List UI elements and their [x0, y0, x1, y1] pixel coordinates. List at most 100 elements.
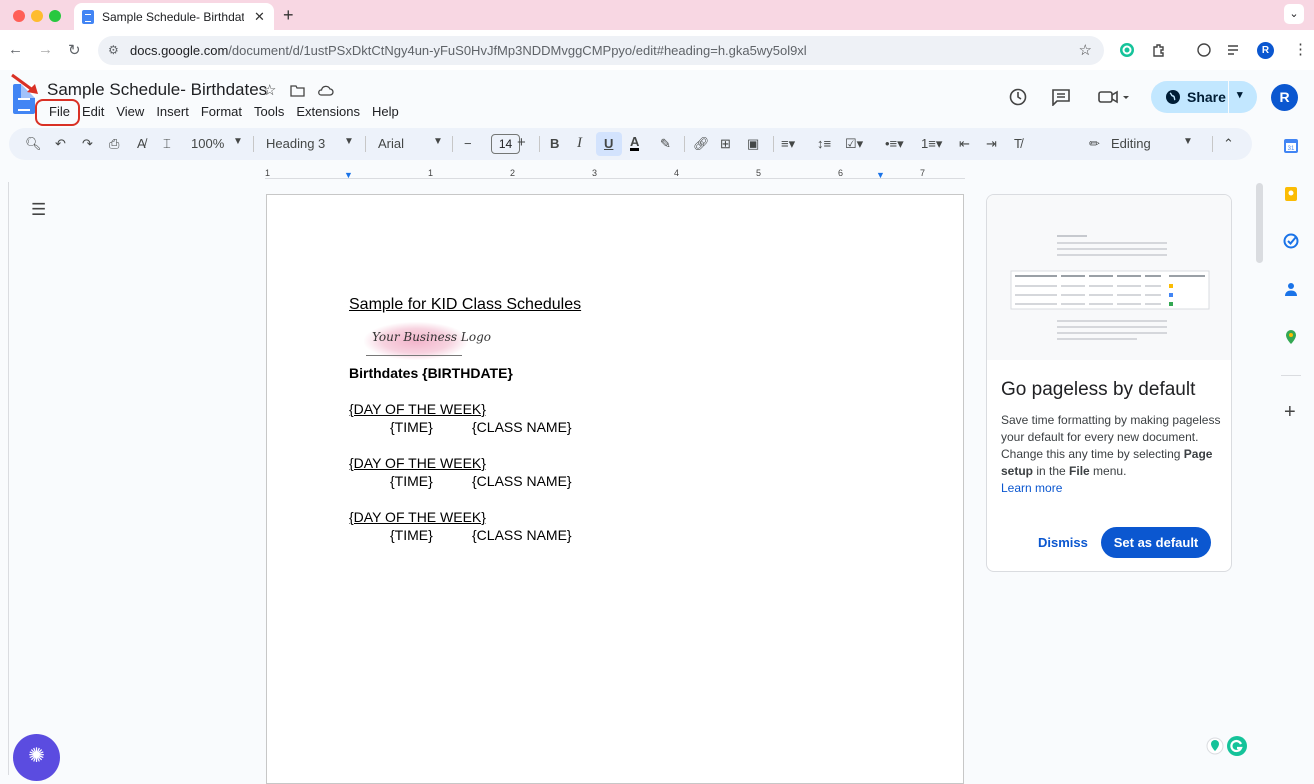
- calendar-icon[interactable]: 31: [1283, 138, 1299, 154]
- class-name[interactable]: {CLASS NAME}: [472, 473, 572, 489]
- spellcheck-icon[interactable]: A̸: [137, 136, 146, 151]
- menu-tools[interactable]: Tools: [248, 102, 290, 121]
- globe-icon: [1166, 90, 1180, 104]
- left-indent-marker-icon[interactable]: ▼: [344, 170, 353, 180]
- learn-more-link[interactable]: Learn more: [1001, 481, 1062, 495]
- document-page[interactable]: [266, 194, 964, 784]
- redo-icon[interactable]: ↷: [82, 136, 93, 152]
- menu-insert[interactable]: Insert: [150, 102, 195, 121]
- tab-search-chevron-icon[interactable]: ⌄: [1284, 4, 1304, 24]
- add-comment-icon[interactable]: ⊞: [720, 136, 731, 152]
- style-select[interactable]: Heading 3: [266, 136, 325, 151]
- zoom-select[interactable]: 100%: [191, 136, 224, 151]
- day-of-week[interactable]: {DAY OF THE WEEK}: [349, 509, 486, 525]
- highlight-color-icon[interactable]: ✎: [660, 136, 671, 152]
- increase-font-size-button[interactable]: +: [517, 134, 526, 151]
- comments-icon[interactable]: [1051, 88, 1071, 106]
- bold-button[interactable]: B: [550, 136, 559, 151]
- day-of-week[interactable]: {DAY OF THE WEEK}: [349, 455, 486, 471]
- new-tab-button[interactable]: +: [283, 5, 294, 26]
- assistant-icon[interactable]: ✺: [13, 734, 60, 781]
- meet-icon[interactable]: [1098, 90, 1132, 104]
- side-panel-divider: [1281, 375, 1301, 376]
- menu-view[interactable]: View: [110, 102, 150, 121]
- tasks-icon[interactable]: [1283, 233, 1299, 249]
- birthdates-line[interactable]: Birthdates {BIRTHDATE}: [349, 365, 513, 381]
- bookmark-star-icon[interactable]: ☆: [1079, 41, 1092, 59]
- clear-formatting-icon[interactable]: T̸: [1014, 136, 1022, 151]
- site-info-icon[interactable]: ⚙: [108, 43, 119, 57]
- paint-format-icon[interactable]: ⌶: [163, 136, 171, 152]
- day-of-week[interactable]: {DAY OF THE WEEK}: [349, 401, 486, 417]
- line-spacing-icon[interactable]: ↕≡: [817, 136, 831, 151]
- decrease-font-size-button[interactable]: −: [464, 136, 472, 151]
- reading-list-icon[interactable]: [1226, 42, 1242, 58]
- insert-image-icon[interactable]: ▣: [747, 136, 759, 152]
- bulleted-list-icon[interactable]: •≡▾: [885, 136, 904, 152]
- maximize-window-button[interactable]: [49, 10, 61, 22]
- profile-avatar[interactable]: R: [1257, 42, 1274, 59]
- document-heading[interactable]: Sample for KID Class Schedules: [349, 296, 581, 314]
- class-name[interactable]: {CLASS NAME}: [472, 527, 572, 543]
- move-folder-icon[interactable]: [290, 84, 305, 97]
- minimize-window-button[interactable]: [31, 10, 43, 22]
- set-as-default-button[interactable]: Set as default: [1101, 527, 1211, 558]
- scrollbar[interactable]: [1256, 183, 1263, 263]
- editing-mode-pencil-icon[interactable]: ✏: [1089, 136, 1100, 152]
- reload-icon[interactable]: ↻: [68, 41, 81, 59]
- underline-button[interactable]: U: [604, 136, 613, 151]
- document-title[interactable]: Sample Schedule- Birthdates: [47, 80, 267, 100]
- increase-indent-icon[interactable]: ⇥: [986, 136, 997, 152]
- forward-icon[interactable]: →: [38, 41, 53, 58]
- font-select[interactable]: Arial: [378, 136, 404, 151]
- menu-help[interactable]: Help: [366, 102, 405, 121]
- get-addons-icon[interactable]: +: [1284, 401, 1296, 424]
- insert-link-icon[interactable]: 🔗︎: [693, 136, 710, 152]
- menu-edit[interactable]: Edit: [76, 102, 110, 121]
- address-bar[interactable]: ⚙ docs.google.com/document/d/1ustPSxDktC…: [98, 36, 1104, 65]
- right-indent-marker-icon[interactable]: ▼: [876, 170, 885, 180]
- maps-icon[interactable]: [1283, 329, 1299, 345]
- grammarly-icon[interactable]: [1119, 42, 1135, 58]
- back-icon[interactable]: ←: [8, 41, 23, 58]
- dismiss-button[interactable]: Dismiss: [1038, 535, 1088, 550]
- style-dropdown-icon[interactable]: ▼: [344, 136, 354, 147]
- collapse-menus-icon[interactable]: ⌃: [1223, 136, 1234, 152]
- checklist-icon[interactable]: ☑▾: [845, 136, 863, 152]
- version-history-icon[interactable]: [1008, 87, 1028, 107]
- class-name[interactable]: {CLASS NAME}: [472, 419, 572, 435]
- share-button[interactable]: Share ▾: [1151, 81, 1257, 113]
- editing-mode-dropdown-icon[interactable]: ▼: [1183, 136, 1193, 147]
- numbered-list-icon[interactable]: 1≡▾: [921, 136, 942, 152]
- extensions-icon[interactable]: [1151, 42, 1167, 58]
- font-dropdown-icon[interactable]: ▼: [433, 136, 443, 147]
- grammarly-widget-icon[interactable]: [1205, 734, 1249, 758]
- class-time[interactable]: {TIME}: [390, 527, 433, 543]
- undo-icon[interactable]: ↶: [55, 136, 66, 152]
- cloud-saved-icon[interactable]: [317, 84, 334, 96]
- document-outline-icon[interactable]: ☰: [31, 200, 46, 220]
- italic-button[interactable]: I: [577, 135, 582, 152]
- zoom-dropdown-icon[interactable]: ▼: [233, 136, 243, 147]
- align-icon[interactable]: ≡▾: [781, 136, 795, 152]
- font-size-input[interactable]: 14: [491, 134, 520, 154]
- browser-menu-icon[interactable]: ⋮: [1293, 40, 1308, 58]
- contacts-icon[interactable]: [1283, 281, 1299, 297]
- media-icon[interactable]: [1196, 42, 1212, 58]
- browser-tab[interactable]: Sample Schedule- Birthdates ✕: [74, 3, 274, 30]
- menu-format[interactable]: Format: [195, 102, 248, 121]
- editing-mode-select[interactable]: Editing: [1111, 136, 1151, 151]
- search-menus-icon[interactable]: 🔍︎: [25, 136, 42, 152]
- account-avatar[interactable]: R: [1271, 84, 1298, 111]
- share-dropdown-icon[interactable]: ▾: [1237, 88, 1243, 101]
- decrease-indent-icon[interactable]: ⇤: [959, 136, 970, 152]
- class-time[interactable]: {TIME}: [390, 419, 433, 435]
- text-color-button[interactable]: A: [630, 135, 640, 151]
- close-window-button[interactable]: [13, 10, 25, 22]
- tab-close-icon[interactable]: ✕: [254, 9, 265, 25]
- class-time[interactable]: {TIME}: [390, 473, 433, 489]
- menu-extensions[interactable]: Extensions: [290, 102, 366, 121]
- keep-icon[interactable]: [1283, 186, 1299, 202]
- print-icon[interactable]: ⎙: [109, 136, 119, 152]
- star-icon[interactable]: ☆: [263, 81, 276, 99]
